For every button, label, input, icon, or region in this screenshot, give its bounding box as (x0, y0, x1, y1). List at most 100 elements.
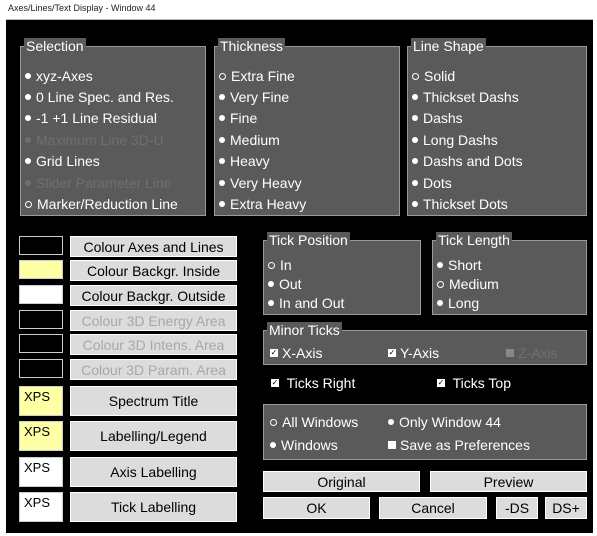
minor-ticks-z-axis-checkbox: Z-Axis (506, 345, 558, 361)
radio-icon (25, 73, 31, 80)
radio-selected-icon (437, 280, 444, 288)
selection-option-grid-lines[interactable]: Grid Lines (25, 153, 100, 169)
checkbox-checked-icon: ✓ (437, 378, 445, 388)
tick-position-option-in-and-out[interactable]: In and Out (268, 295, 344, 311)
radio-icon (437, 262, 443, 269)
only-window-radio[interactable]: Only Window 44 (388, 414, 501, 430)
tick-length-option-medium[interactable]: Medium (437, 276, 499, 292)
line-shape-option-thickset-dashs[interactable]: Thickset Dashs (412, 89, 519, 105)
radio-icon (219, 94, 225, 101)
radio-icon (219, 180, 225, 187)
thickness-option-very-heavy[interactable]: Very Heavy (219, 175, 302, 191)
tick-position-option-in[interactable]: In (268, 257, 292, 273)
colour-axes-lines-button[interactable]: Colour Axes and Lines (70, 236, 237, 257)
radio-icon (412, 115, 418, 122)
minor-ticks-group-title: Minor Ticks (267, 322, 342, 338)
spectrum-title-button[interactable]: Spectrum Title (70, 386, 237, 416)
axis-labelling-preview: XPS (19, 457, 63, 487)
thickness-option-heavy[interactable]: Heavy (219, 153, 270, 169)
labelling-legend-preview: XPS (19, 421, 63, 451)
colour-3d-intens-button: Colour 3D Intens. Area (70, 334, 237, 355)
radio-selected-icon (270, 418, 277, 426)
ok-button[interactable]: OK (263, 497, 370, 519)
ds-minus-button[interactable]: -DS (496, 497, 538, 519)
ds-plus-button[interactable]: DS+ (545, 497, 587, 519)
ticks-top-checkbox[interactable]: ✓ Ticks Top (437, 375, 511, 391)
tick-length-option-short[interactable]: Short (437, 257, 481, 273)
colour-swatch-3d-energy (19, 310, 63, 329)
save-preferences-checkbox[interactable]: Save as Preferences (388, 437, 530, 453)
colour-swatch-backgr-inside (19, 260, 63, 279)
thickness-option-fine[interactable]: Fine (219, 110, 257, 126)
checkbox-icon (388, 441, 396, 450)
tick-length-option-long[interactable]: Long (437, 295, 479, 311)
tick-position-option-out[interactable]: Out (268, 276, 302, 292)
selection-option-xyz-axes[interactable]: xyz-Axes (25, 68, 93, 84)
axis-labelling-button[interactable]: Axis Labelling (70, 457, 237, 487)
colour-swatch-3d-param (19, 359, 63, 378)
tick-position-group-title: Tick Position (267, 232, 350, 248)
selection-option-slider-line: Slider Parameter Line (25, 175, 171, 191)
tick-labelling-button[interactable]: Tick Labelling (70, 492, 237, 522)
checkbox-checked-icon: ✓ (388, 348, 396, 358)
radio-icon (219, 137, 225, 144)
radio-icon (219, 115, 225, 122)
checkbox-checked-icon: ✓ (270, 348, 278, 358)
radio-icon (388, 419, 394, 426)
thickness-option-extra-fine[interactable]: Extra Fine (219, 68, 295, 84)
thickness-option-medium[interactable]: Medium (219, 132, 280, 148)
tick-length-group: Tick Length Short Medium Long (432, 232, 587, 315)
thickness-option-extra-heavy[interactable]: Extra Heavy (219, 196, 306, 212)
labelling-legend-button[interactable]: Labelling/Legend (70, 421, 237, 451)
thickness-group-title: Thickness (218, 38, 286, 54)
radio-icon (219, 158, 225, 165)
preview-button[interactable]: Preview (430, 471, 587, 492)
radio-selected-icon (412, 72, 419, 80)
minor-ticks-x-axis-checkbox[interactable]: ✓ X-Axis (270, 345, 322, 361)
thickness-group: Thickness Extra Fine Very Fine Fine Medi… (214, 38, 400, 216)
spectrum-title-preview: XPS (19, 386, 63, 416)
line-shape-group: Line Shape Solid Thickset Dashs Dashs Lo… (407, 38, 587, 216)
selection-option-marker-line[interactable]: Marker/Reduction Line (25, 196, 178, 212)
selection-option-residual-line[interactable]: -1 +1 Line Residual (25, 110, 157, 126)
line-shape-group-title: Line Shape (411, 38, 486, 54)
minor-ticks-group: Minor Ticks ✓ X-Axis ✓ Y-Axis Z-Axis (263, 322, 587, 365)
radio-icon (25, 94, 31, 101)
line-shape-option-thickset-dots[interactable]: Thickset Dots (412, 196, 508, 212)
line-shape-option-long-dashs[interactable]: Long Dashs (412, 132, 498, 148)
radio-selected-icon (219, 72, 226, 80)
line-shape-option-dashs-dots[interactable]: Dashs and Dots (412, 153, 523, 169)
original-button[interactable]: Original (263, 471, 420, 492)
window-title: Axes/Lines/Text Display - Window 44 (8, 3, 156, 13)
radio-icon (412, 137, 418, 144)
colour-swatch-axes (19, 236, 63, 255)
checkbox-checked-icon: ✓ (271, 378, 279, 388)
scope-group: All Windows Only Window 44 Windows Save … (263, 404, 587, 460)
line-shape-option-dots[interactable]: Dots (412, 175, 452, 191)
dialog-window: Axes/Lines/Text Display - Window 44 Sele… (0, 0, 597, 536)
radio-selected-icon (25, 200, 32, 208)
checkbox-icon (506, 349, 514, 358)
colour-backgr-outside-button[interactable]: Colour Backgr. Outside (70, 285, 237, 306)
radio-icon (268, 300, 274, 307)
radio-icon (412, 180, 418, 187)
line-shape-option-dashs[interactable]: Dashs (412, 110, 463, 126)
all-windows-radio[interactable]: All Windows (270, 414, 358, 430)
cancel-button[interactable]: Cancel (379, 497, 487, 519)
ticks-right-checkbox[interactable]: ✓ Ticks Right (271, 375, 355, 391)
title-bar: Axes/Lines/Text Display - Window 44 (0, 0, 597, 20)
selection-option-zero-line[interactable]: 0 Line Spec. and Res. (25, 89, 174, 105)
colour-swatch-3d-intens (19, 334, 63, 353)
radio-icon (412, 94, 418, 101)
radio-icon (437, 300, 443, 307)
tick-position-group: Tick Position In Out In and Out (263, 232, 421, 315)
selection-group-title: Selection (24, 38, 86, 54)
colour-backgr-inside-button[interactable]: Colour Backgr. Inside (70, 260, 237, 281)
tick-length-group-title: Tick Length (436, 232, 512, 248)
radio-icon (412, 201, 418, 208)
line-shape-option-solid[interactable]: Solid (412, 68, 455, 84)
colour-3d-energy-button: Colour 3D Energy Area (70, 310, 237, 331)
thickness-option-very-fine[interactable]: Very Fine (219, 89, 289, 105)
minor-ticks-y-axis-checkbox[interactable]: ✓ Y-Axis (388, 345, 439, 361)
windows-radio[interactable]: Windows (270, 437, 338, 453)
